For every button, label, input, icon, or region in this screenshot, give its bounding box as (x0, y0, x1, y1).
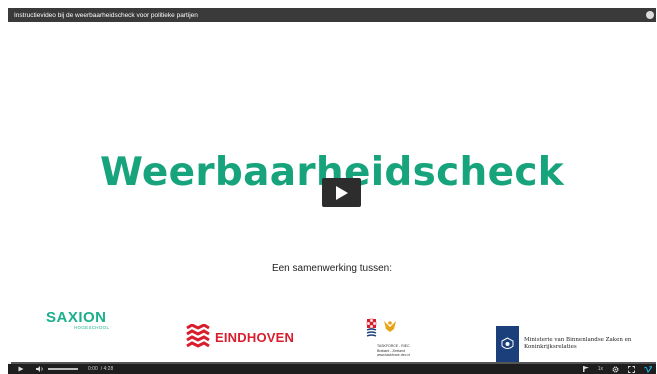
eindhoven-logo: EINDHOVEN (186, 324, 294, 350)
eindhoven-logo-text: EINDHOVEN (215, 329, 295, 345)
video-frame[interactable]: Weerbaarheidscheck Een samenwerking tuss… (8, 22, 656, 362)
vimeo-button[interactable] (644, 365, 652, 373)
chapters-button[interactable] (582, 366, 589, 372)
playback-speed[interactable]: 1x (598, 366, 603, 372)
fullscreen-button[interactable] (628, 365, 635, 373)
taskforce-riec-logo: TASKFORCE - RIEC Brabant - Zeeland www.t… (366, 318, 410, 358)
title-bar-control-icon[interactable] (646, 11, 654, 19)
gear-icon (612, 366, 619, 372)
player-control-bar: 0:00 / 4:28 1x (8, 362, 656, 374)
duration: / 4:28 (100, 366, 114, 372)
play-icon (335, 185, 348, 200)
eindhoven-wave-icon (186, 324, 210, 348)
vimeo-icon (644, 365, 652, 373)
taskforce-logo-line3: www.taskforce-riec.nl (377, 353, 411, 357)
controls-row: 0:00 / 4:28 1x (8, 364, 656, 374)
video-player: Instructievideo bij de weerbaarheidschec… (0, 0, 657, 374)
saxion-logo-text: SAXION (46, 309, 107, 326)
volume-button[interactable] (36, 366, 44, 372)
settings-button[interactable] (612, 366, 619, 373)
play-icon (18, 366, 24, 372)
chapters-icon (582, 366, 589, 372)
video-title: Instructievideo bij de weerbaarheidschec… (14, 11, 198, 19)
ministerie-logo-text: Ministerie van Binnenlandse Zaken en Kon… (524, 337, 632, 350)
current-time: 0:00 (88, 366, 98, 372)
control-play-button[interactable] (18, 366, 24, 372)
controls-right: 1x (582, 364, 652, 374)
fullscreen-icon (628, 365, 635, 373)
play-button[interactable] (322, 178, 361, 207)
saxion-logo: SAXION HOGESCHOOL (46, 310, 109, 330)
video-title-bar: Instructievideo bij de weerbaarheidschec… (8, 8, 656, 22)
taskforce-emblem-icon (366, 318, 396, 337)
rijkswapen-icon (496, 326, 519, 362)
volume-slider[interactable] (48, 368, 78, 370)
ministerie-bzk-logo: Ministerie van Binnenlandse Zaken en Kon… (496, 326, 657, 362)
slide-subtitle: Een samenwerking tussen: (271, 263, 393, 274)
volume-icon (36, 366, 43, 372)
saxion-logo-subtext: HOGESCHOOL (74, 325, 110, 330)
